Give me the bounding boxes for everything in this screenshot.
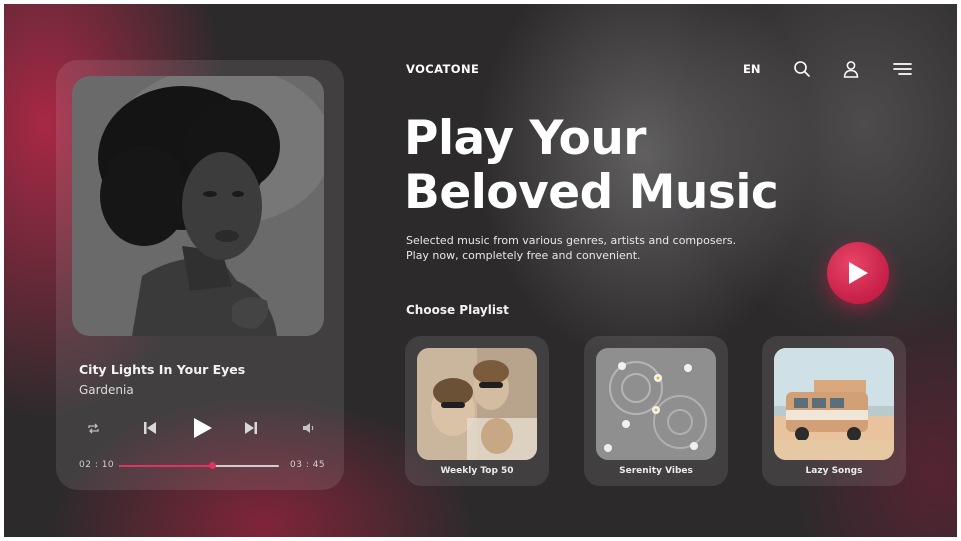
hero-subtitle-line2: Play now, completely free and convenient… <box>406 249 641 262</box>
playlist-cover-serenity <box>596 348 716 460</box>
app-canvas: City Lights In Your Eyes Gardenia 02: 1… <box>4 4 957 537</box>
previous-icon[interactable] <box>140 418 160 438</box>
song-artist: Gardenia <box>79 383 134 397</box>
now-playing-card: City Lights In Your Eyes Gardenia 02: 1… <box>56 60 344 490</box>
next-icon[interactable] <box>241 418 261 438</box>
language-selector[interactable]: EN <box>743 62 760 76</box>
time-total: 03 : 45 <box>290 460 326 470</box>
playlist-card-lazy-songs[interactable]: Lazy Songs <box>762 336 906 486</box>
progress-fill <box>119 465 212 467</box>
playlist-label: Lazy Songs <box>805 466 863 476</box>
hero-headline-line1: Play Your <box>404 111 646 166</box>
hero-headline: Play Your Beloved Music <box>404 111 779 220</box>
playlist-label: Serenity Vibes <box>619 466 693 476</box>
play-triangle-icon <box>849 262 868 284</box>
progress-knob[interactable] <box>208 462 216 469</box>
playlist-card-serenity-vibes[interactable]: Serenity Vibes <box>584 336 728 486</box>
playlist-cover-lazy <box>774 348 894 460</box>
hero-subtitle: Selected music from various genres, arti… <box>406 233 766 263</box>
play-icon[interactable] <box>189 414 217 442</box>
playlist-card-weekly-top-50[interactable]: Weekly Top 50 <box>405 336 549 486</box>
repeat-icon[interactable] <box>84 419 102 437</box>
hero-headline-line2: Beloved Music <box>404 165 779 220</box>
brand-logo[interactable]: VOCATONE <box>406 62 479 76</box>
menu-icon[interactable] <box>893 60 913 78</box>
search-icon[interactable] <box>793 60 811 78</box>
progress-bar[interactable] <box>119 462 279 469</box>
volume-icon[interactable] <box>299 419 317 437</box>
user-icon[interactable] <box>842 60 860 78</box>
playlist-label: Weekly Top 50 <box>440 466 514 476</box>
playlist-cover-weekly <box>417 348 537 460</box>
big-play-button[interactable] <box>827 242 889 304</box>
song-title: City Lights In Your Eyes <box>79 362 246 377</box>
choose-playlist-heading: Choose Playlist <box>406 303 509 317</box>
album-cover <box>72 76 324 336</box>
hero-subtitle-line1: Selected music from various genres, arti… <box>406 234 737 247</box>
time-current: 02 : 10 <box>79 460 115 470</box>
